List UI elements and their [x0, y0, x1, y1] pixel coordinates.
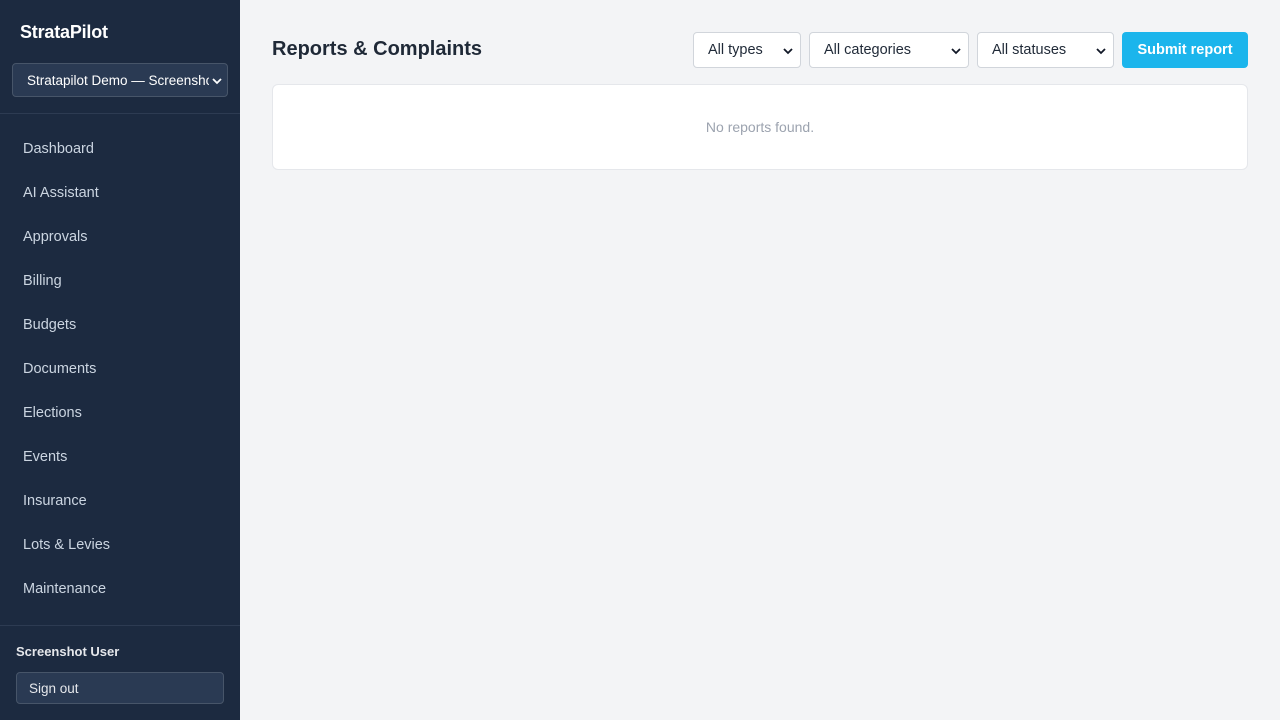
sidebar-divider: [0, 625, 240, 626]
sidebar-item-maintenance[interactable]: Maintenance: [0, 567, 240, 611]
category-filter-value: All categories: [824, 42, 912, 58]
sidebar-nav: Dashboard AI Assistant Approvals Billing…: [0, 127, 240, 611]
org-selector-value: Stratapilot Demo — Screenshot: [27, 72, 209, 88]
chevron-down-icon: [1096, 48, 1106, 55]
sidebar-item-insurance[interactable]: Insurance: [0, 479, 240, 523]
status-filter-select[interactable]: All statuses: [977, 32, 1114, 68]
org-selector[interactable]: Stratapilot Demo — Screenshot: [12, 63, 228, 97]
chevron-down-icon: [783, 48, 793, 55]
sidebar: StrataPilot Stratapilot Demo — Screensho…: [0, 0, 240, 720]
brand-logo[interactable]: StrataPilot: [20, 22, 108, 43]
submit-report-button[interactable]: Submit report: [1122, 32, 1248, 68]
sign-out-button[interactable]: Sign out: [16, 672, 224, 704]
type-filter-value: All types: [708, 42, 763, 58]
sidebar-item-billing[interactable]: Billing: [0, 259, 240, 303]
sidebar-item-documents[interactable]: Documents: [0, 347, 240, 391]
reports-list-empty-state: No reports found.: [272, 84, 1248, 170]
status-filter-value: All statuses: [992, 42, 1067, 58]
current-user-name: Screenshot User: [16, 644, 120, 659]
type-filter-select[interactable]: All types: [693, 32, 801, 68]
sidebar-item-lots-levies[interactable]: Lots & Levies: [0, 523, 240, 567]
category-filter-select[interactable]: All categories: [809, 32, 969, 68]
page-title: Reports & Complaints: [272, 38, 483, 60]
sidebar-item-elections[interactable]: Elections: [0, 391, 240, 435]
sidebar-item-dashboard[interactable]: Dashboard: [0, 127, 240, 171]
chevron-down-icon: [951, 48, 961, 55]
chevron-down-icon: [212, 78, 222, 85]
sidebar-item-budgets[interactable]: Budgets: [0, 303, 240, 347]
sidebar-item-approvals[interactable]: Approvals: [0, 215, 240, 259]
empty-state-message: No reports found.: [705, 119, 815, 135]
sidebar-item-ai-assistant[interactable]: AI Assistant: [0, 171, 240, 215]
sidebar-divider: [0, 113, 240, 114]
sidebar-item-events[interactable]: Events: [0, 435, 240, 479]
